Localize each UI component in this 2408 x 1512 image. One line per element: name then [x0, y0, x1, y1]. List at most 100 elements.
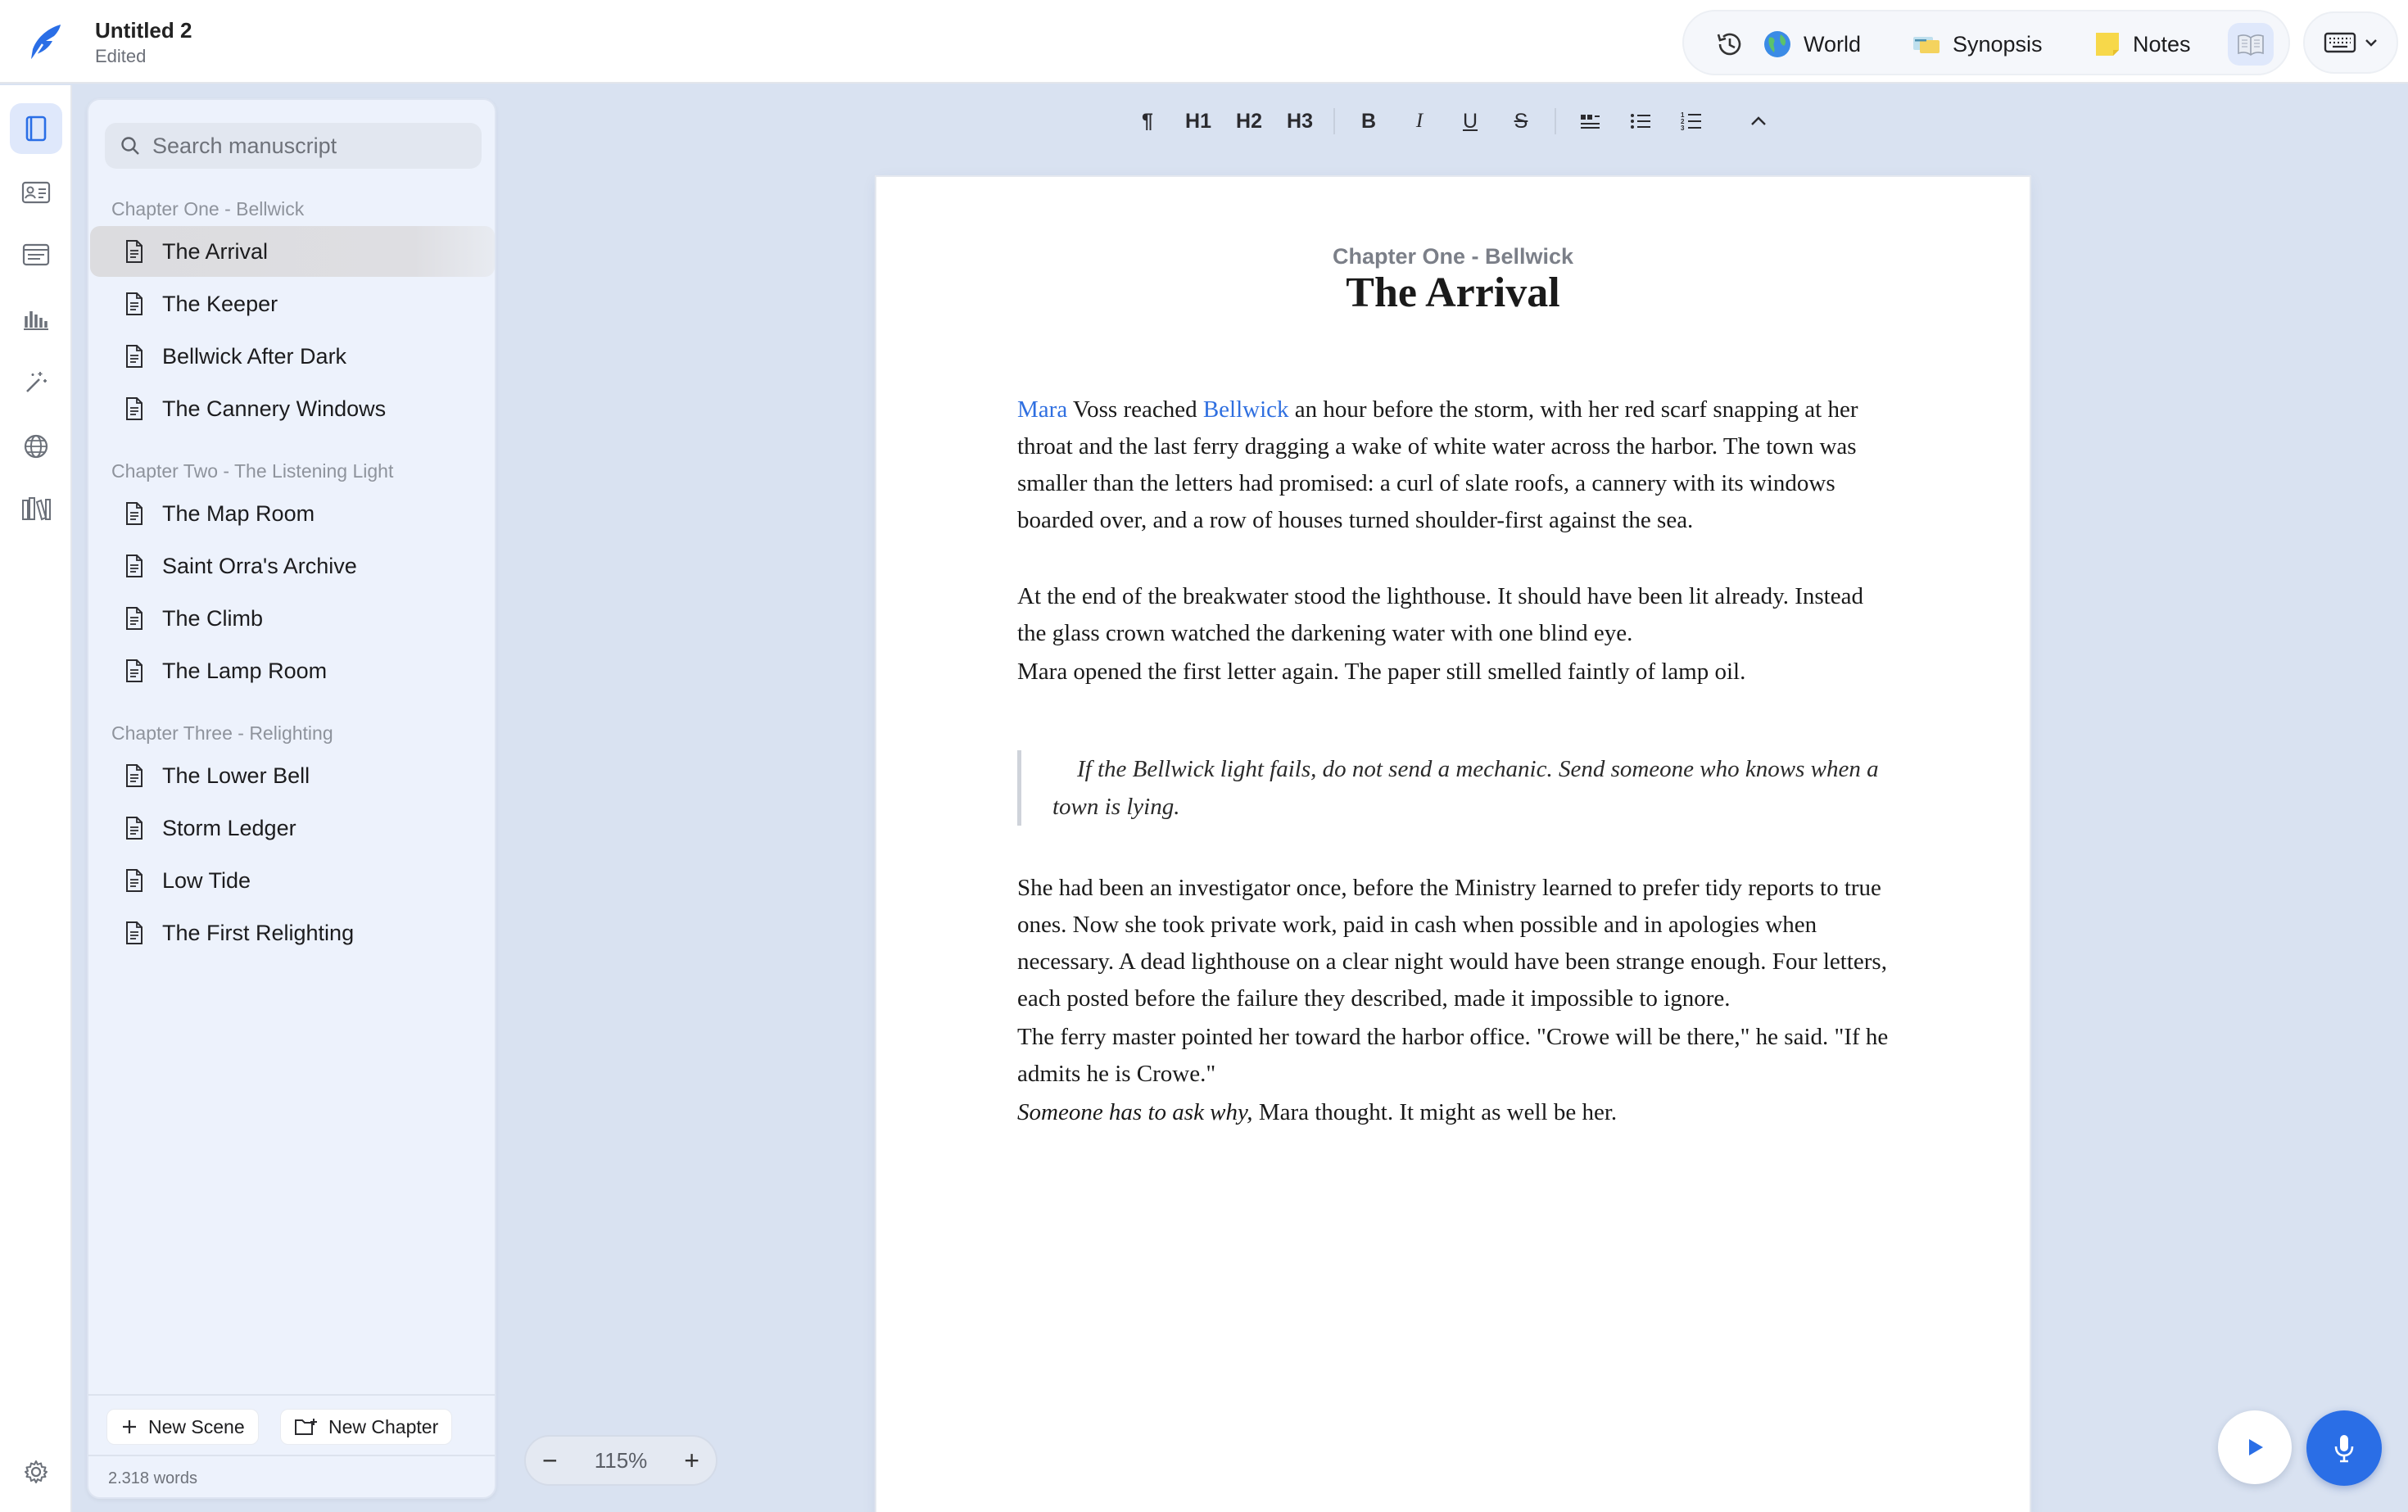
place-link[interactable]: Bellwick — [1203, 396, 1289, 423]
manuscript-nav-button[interactable] — [10, 103, 62, 154]
scene-item[interactable]: The Climb — [90, 593, 495, 644]
character-link[interactable]: Mara — [1017, 396, 1067, 423]
page-title[interactable]: The Arrival — [876, 269, 2030, 317]
heading-2-button[interactable]: H2 — [1224, 98, 1274, 144]
synopsis-button[interactable]: Synopsis — [1912, 23, 2043, 66]
statistics-nav-button[interactable] — [10, 293, 62, 344]
top-bar: Untitled 2 Edited World Synopsis Notes — [0, 0, 2408, 84]
left-rail — [0, 85, 72, 1512]
quill-logo-icon — [31, 25, 61, 60]
bullet-list-button[interactable] — [1615, 98, 1666, 144]
heading-3-button[interactable]: H3 — [1274, 98, 1325, 144]
notes-button[interactable]: Notes — [2093, 23, 2191, 66]
quote-block-icon — [1581, 115, 1600, 129]
numbered-list-icon: 1 2 3 — [1681, 111, 1701, 132]
paragraph-button[interactable]: ¶ — [1122, 98, 1173, 144]
globe-icon — [1764, 31, 1790, 57]
zoom-in-button[interactable]: + — [684, 1446, 699, 1476]
new-scene-label: New Scene — [148, 1415, 245, 1437]
paragraph-text: Voss reached — [1067, 396, 1203, 423]
chevron-down-icon — [2365, 39, 2377, 47]
new-chapter-label: New Chapter — [328, 1415, 439, 1437]
chapter-heading[interactable]: Chapter One - Bellwick — [111, 198, 304, 220]
page-chapter-heading: Chapter One - Bellwick — [1332, 244, 1574, 269]
keyboard-shortcuts-button[interactable] — [2303, 11, 2398, 74]
svg-text:3: 3 — [1681, 124, 1685, 132]
scene-item[interactable]: The Lamp Room — [90, 645, 495, 696]
italic-button[interactable]: I — [1394, 98, 1445, 144]
document-icon — [126, 607, 143, 630]
document-icon — [126, 659, 143, 682]
scene-item[interactable]: Bellwick After Dark — [90, 331, 495, 382]
scene-label: The Map Room — [162, 500, 315, 526]
document-icon — [126, 817, 143, 840]
scene-item[interactable]: The Cannery Windows — [90, 383, 495, 434]
paragraph[interactable]: The ferry master pointed her toward the … — [1017, 1019, 1894, 1093]
underline-button[interactable]: U — [1445, 98, 1496, 144]
play-button[interactable] — [2218, 1410, 2292, 1484]
settings-nav-button[interactable] — [10, 1446, 62, 1497]
scene-item[interactable]: The Keeper — [90, 278, 495, 329]
paragraph[interactable]: She had been an investigator once, befor… — [1017, 870, 1894, 1017]
bold-button[interactable]: B — [1343, 98, 1394, 144]
synopsis-label: Synopsis — [1953, 31, 2043, 57]
word-count: 2.318 words — [108, 1469, 197, 1487]
notes-label: Notes — [2133, 31, 2191, 57]
scene-item[interactable]: The First Relighting — [90, 908, 495, 958]
divider — [88, 1394, 495, 1396]
world-label: World — [1804, 31, 1862, 57]
scene-item[interactable]: The Map Room — [90, 488, 495, 539]
keyboard-icon — [2324, 32, 2356, 53]
strikethrough-button[interactable]: S — [1496, 98, 1546, 144]
history-button[interactable] — [1713, 23, 1758, 66]
dictation-button[interactable] — [2306, 1410, 2382, 1486]
scene-label: The Arrival — [162, 238, 269, 264]
scene-label: The First Relighting — [162, 920, 355, 945]
blockquote-button[interactable] — [1564, 98, 1615, 144]
chapter-heading[interactable]: Chapter Three - Relighting — [111, 722, 333, 745]
world-button[interactable]: World — [1763, 23, 1861, 66]
manuscript-panel: Chapter One - Bellwick The Arrival The K… — [87, 98, 496, 1499]
ai-tools-nav-button[interactable] — [10, 357, 62, 408]
book-icon — [25, 115, 47, 142]
document-icon — [126, 502, 143, 525]
document-icon — [126, 869, 143, 892]
paragraph[interactable]: Someone has to ask why, Mara thought. It… — [1017, 1094, 1894, 1131]
divider — [88, 1455, 495, 1456]
id-card-icon — [21, 181, 51, 204]
scene-item[interactable]: Saint Orra's Archive — [90, 541, 495, 591]
outline-nav-button[interactable] — [10, 229, 62, 280]
scene-item[interactable]: The Arrival — [90, 226, 495, 277]
scene-item[interactable]: Low Tide — [90, 855, 495, 906]
zoom-out-button[interactable]: − — [542, 1446, 558, 1476]
document-title[interactable]: Untitled 2 — [95, 18, 192, 43]
manuscript-page[interactable]: Chapter One - Bellwick The Arrival Mara … — [876, 177, 2030, 1512]
numbered-list-button[interactable]: 1 2 3 — [1666, 98, 1717, 144]
history-icon — [1717, 33, 1741, 56]
world-nav-button[interactable] — [10, 421, 62, 472]
reading-view-button[interactable] — [2228, 23, 2274, 66]
bar-chart-icon — [24, 311, 48, 330]
scene-item[interactable]: The Lower Bell — [90, 750, 495, 801]
heading-1-button[interactable]: H1 — [1173, 98, 1224, 144]
paragraph[interactable]: Mara Voss reached Bellwick an hour befor… — [1017, 392, 1894, 539]
folder-plus-icon — [295, 1419, 317, 1435]
search-input[interactable] — [152, 133, 464, 159]
bullet-list-icon — [1631, 114, 1650, 129]
magic-wand-icon — [26, 372, 47, 392]
books-shelf-icon — [22, 497, 51, 521]
synopsis-card-icon — [1913, 37, 1940, 53]
collapse-toolbar-button[interactable] — [1733, 98, 1784, 144]
scene-item[interactable]: Storm Ledger — [90, 803, 495, 853]
characters-nav-button[interactable] — [10, 167, 62, 218]
paragraph[interactable]: Mara opened the first letter again. The … — [1017, 654, 1894, 690]
new-chapter-button[interactable]: New Chapter — [280, 1409, 453, 1445]
document-icon — [126, 292, 143, 315]
library-nav-button[interactable] — [10, 483, 62, 534]
paragraph-text: Mara thought. It might as well be her. — [1252, 1099, 1618, 1125]
new-scene-button[interactable]: New Scene — [106, 1409, 259, 1445]
chapter-heading[interactable]: Chapter Two - The Listening Light — [111, 460, 393, 482]
paragraph[interactable]: At the end of the breakwater stood the l… — [1017, 578, 1894, 652]
blockquote[interactable]: If the Bellwick light fails, do not send… — [1017, 750, 1918, 826]
search-box[interactable] — [105, 123, 482, 169]
